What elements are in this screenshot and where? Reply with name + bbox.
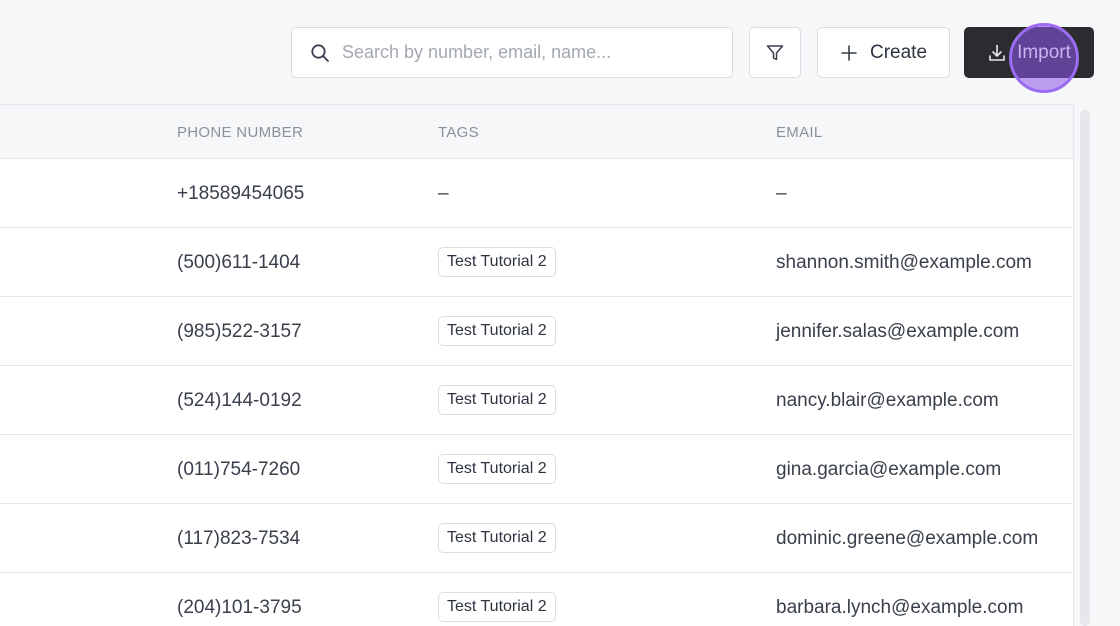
create-button-label: Create	[869, 41, 928, 63]
contacts-table: PHONE NUMBER TAGS EMAIL +18589454065 – –…	[0, 104, 1074, 626]
search-input[interactable]	[342, 28, 722, 77]
email-cell: nancy.blair@example.com	[776, 390, 999, 411]
tag-badge[interactable]: Test Tutorial 2	[438, 454, 556, 484]
email-cell: dominic.greene@example.com	[776, 528, 1039, 549]
email-cell: –	[776, 183, 787, 204]
tag-badge[interactable]: Test Tutorial 2	[438, 247, 556, 277]
search-icon	[311, 44, 329, 62]
table-row[interactable]: (117)823-7534 Test Tutorial 2 dominic.gr…	[0, 504, 1073, 573]
table-row[interactable]: (524)144-0192 Test Tutorial 2 nancy.blai…	[0, 366, 1073, 435]
table-row[interactable]: (204)101-3795 Test Tutorial 2 barbara.ly…	[0, 573, 1073, 626]
table-row[interactable]: (500)611-1404 Test Tutorial 2 shannon.sm…	[0, 228, 1073, 297]
phone-cell: (011)754-7260	[177, 459, 301, 480]
search-box[interactable]	[291, 27, 733, 78]
table-row[interactable]: +18589454065 – –	[0, 159, 1073, 228]
email-cell: gina.garcia@example.com	[776, 459, 1002, 480]
tag-badge[interactable]: Test Tutorial 2	[438, 316, 556, 346]
phone-cell: (500)611-1404	[177, 252, 301, 273]
table-row[interactable]: (011)754-7260 Test Tutorial 2 gina.garci…	[0, 435, 1073, 504]
create-button[interactable]: Create	[817, 27, 950, 78]
table-header: PHONE NUMBER TAGS EMAIL	[0, 105, 1073, 159]
email-cell: barbara.lynch@example.com	[776, 597, 1024, 618]
email-cell: jennifer.salas@example.com	[776, 321, 1020, 342]
tag-badge[interactable]: Test Tutorial 2	[438, 592, 556, 622]
plus-icon	[841, 44, 857, 61]
phone-cell: (204)101-3795	[177, 597, 302, 618]
column-header-tags[interactable]: TAGS	[438, 124, 479, 141]
tag-badge[interactable]: Test Tutorial 2	[438, 385, 556, 415]
download-icon	[989, 44, 1005, 61]
phone-cell: (117)823-7534	[177, 528, 301, 549]
column-header-phone[interactable]: PHONE NUMBER	[177, 124, 303, 141]
filter-icon	[766, 44, 784, 60]
import-button-label: Import	[1017, 41, 1071, 63]
filter-button[interactable]	[749, 27, 801, 78]
phone-cell: +18589454065	[177, 183, 305, 204]
toolbar: Create Import	[0, 0, 1120, 104]
tags-cell: –	[438, 183, 449, 204]
phone-cell: (524)144-0192	[177, 390, 302, 411]
tag-badge[interactable]: Test Tutorial 2	[438, 523, 556, 553]
vertical-scrollbar[interactable]	[1080, 110, 1090, 626]
phone-cell: (985)522-3157	[177, 321, 302, 342]
import-button[interactable]: Import	[964, 27, 1094, 78]
column-header-email[interactable]: EMAIL	[776, 124, 823, 141]
table-row[interactable]: (985)522-3157 Test Tutorial 2 jennifer.s…	[0, 297, 1073, 366]
email-cell: shannon.smith@example.com	[776, 252, 1032, 273]
